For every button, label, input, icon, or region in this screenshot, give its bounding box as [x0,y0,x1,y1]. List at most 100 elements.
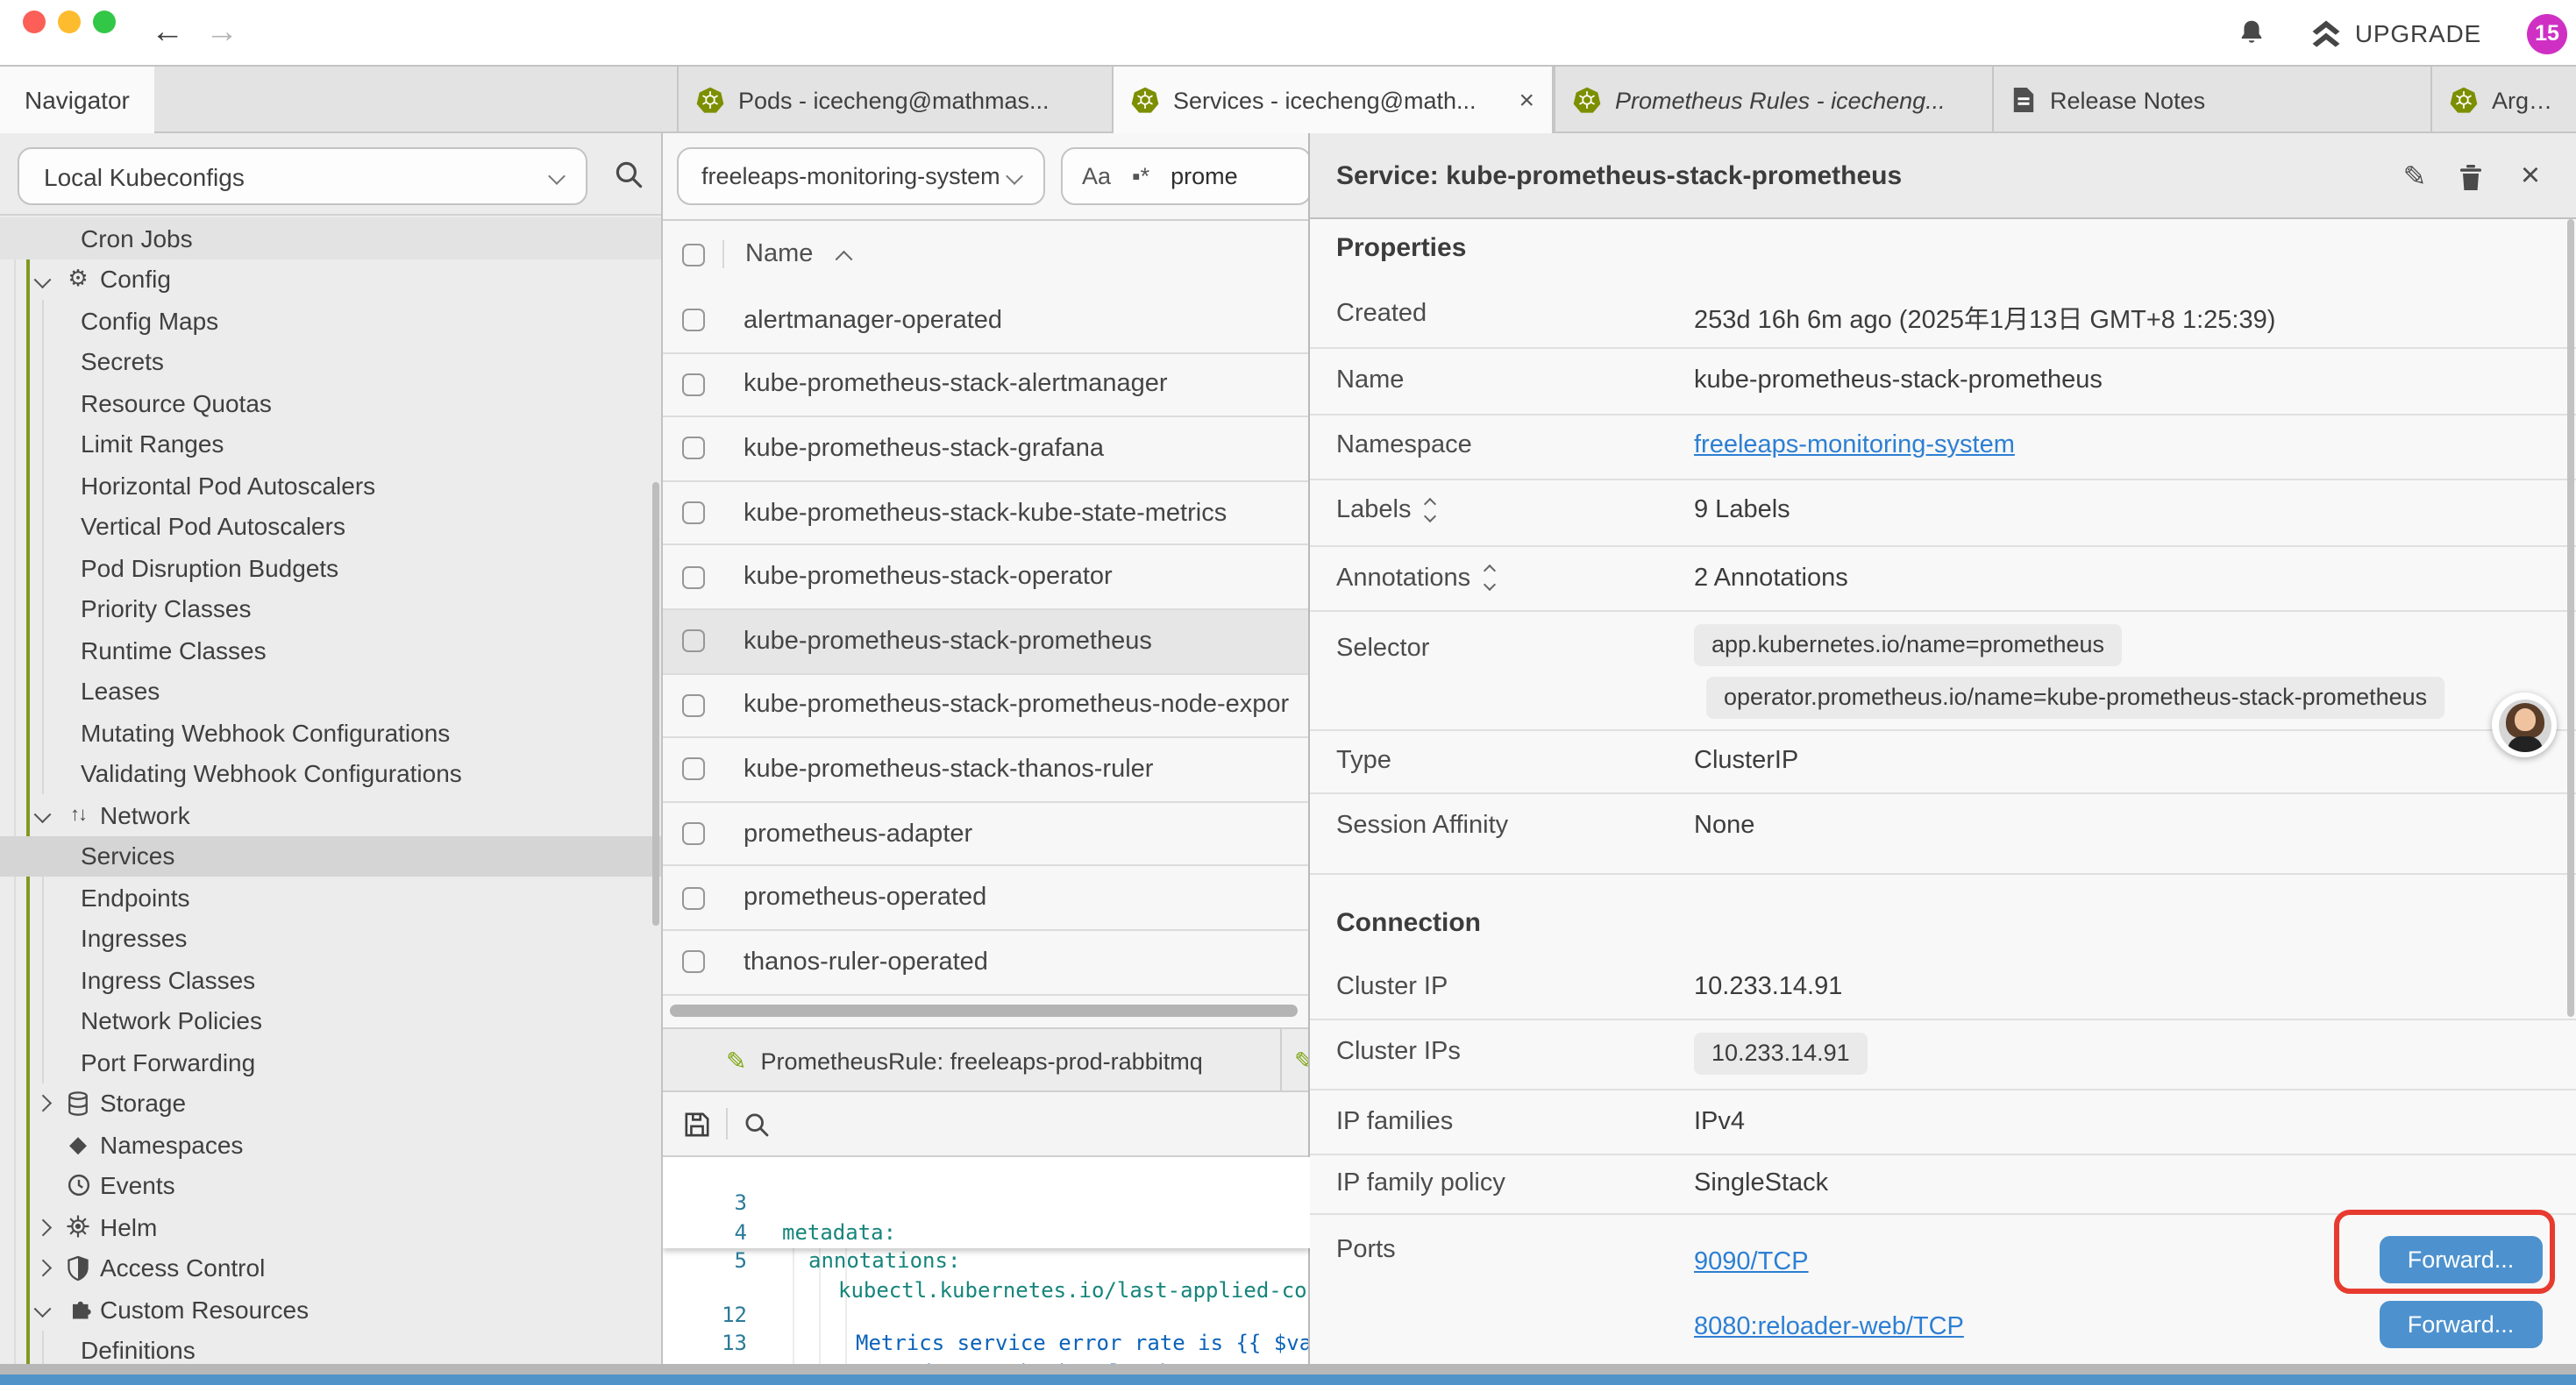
tab-release-notes[interactable]: Release Notes [1992,67,2430,133]
row-checkbox[interactable] [682,758,705,781]
minimize-window-button[interactable] [58,11,81,33]
table-row[interactable]: kube-prometheus-stack-alertmanager [663,353,1310,417]
sidebar-item-cron-jobs[interactable]: Cron Jobs [0,217,661,259]
red-highlight-annotation [2334,1210,2555,1294]
table-row[interactable]: kube-prometheus-stack-grafana [663,417,1310,481]
table-row[interactable]: prometheus-operated [663,867,1310,931]
expand-collapse-icon[interactable] [1484,567,1493,589]
sidebar-item-vertical-pod-autoscalers[interactable]: Vertical Pod Autoscalers [0,506,661,547]
yaml-editor[interactable]: 0","for":"4m","labels":{"service": 12 Me… [663,1157,1310,1385]
property-value: ClusterIP [1694,746,1798,774]
editor-search-icon[interactable] [744,1111,770,1137]
sidebar-item-storage[interactable]: Storage [0,1083,661,1124]
panel-scrollbar[interactable] [2566,219,2574,1017]
close-window-button[interactable] [23,11,46,33]
expand-collapse-icon[interactable] [1425,500,1434,522]
table-row[interactable]: prometheus-adapter [663,803,1310,867]
table-row[interactable]: thanos-ruler-operated [663,931,1310,995]
notification-badge[interactable]: 15 [2527,13,2567,53]
property-value: 10.233.14.91 [1694,973,1842,1001]
filter-input[interactable]: Aa ▪* prome [1061,147,1312,205]
label-text: Annotations [1336,564,1470,592]
service-rows: alertmanager-operated kube-prometheus-st… [663,289,1310,995]
sidebar-item-helm[interactable]: Helm [0,1206,661,1247]
sidebar-item-ingress-classes[interactable]: Ingress Classes [0,959,661,1000]
namespace-select[interactable]: freeleaps-monitoring-system [677,147,1045,205]
sidebar-item-network-policies[interactable]: Network Policies [0,1000,661,1041]
sidebar-item-leases[interactable]: Leases [0,671,661,712]
row-checkbox[interactable] [682,501,705,524]
sidebar-item-ingresses[interactable]: Ingresses [0,918,661,959]
edit-icon[interactable]: ✎ [2394,133,2436,219]
case-sensitive-icon[interactable]: Aa [1082,163,1111,189]
row-checkbox[interactable] [682,886,705,909]
table-row[interactable]: kube-prometheus-stack-prometheus-node-ex… [663,674,1310,738]
table-row[interactable]: kube-prometheus-stack-thanos-ruler [663,738,1310,802]
regex-icon[interactable]: ▪* [1132,163,1149,189]
sidebar-item-port-forwarding[interactable]: Port Forwarding [0,1041,661,1083]
label-text: Labels [1336,496,1411,524]
sidebar-scrollbar[interactable] [652,482,659,926]
forward-button-8080[interactable]: Forward... [2380,1301,2542,1347]
row-checkbox[interactable] [682,565,705,588]
table-row-selected[interactable]: kube-prometheus-stack-prometheus [663,610,1310,674]
sidebar-item-namespaces[interactable]: ◆ Namespaces [0,1124,661,1165]
editor-tab-prometheusrule[interactable]: ✎ PrometheusRule: freeleaps-prod-rabbitm… [663,1029,1282,1092]
sidebar-item-mutating-webhook-configurations[interactable]: Mutating Webhook Configurations [0,712,661,753]
sidebar-item-limit-ranges[interactable]: Limit Ranges [0,423,661,465]
forward-arrow-icon[interactable]: → [205,11,238,56]
table-row[interactable]: alertmanager-operated [663,289,1310,353]
port-link-9090[interactable]: 9090/TCP [1694,1247,1809,1275]
row-checkbox[interactable] [682,309,705,332]
sidebar-item-config-maps[interactable]: Config Maps [0,300,661,341]
sidebar-item-secrets[interactable]: Secrets [0,341,661,382]
kubeconfig-select[interactable]: Local Kubeconfigs [18,147,587,205]
horizontal-scrollbar[interactable] [670,1005,1298,1017]
row-checkbox[interactable] [682,950,705,973]
navigator-tab[interactable]: Navigator [0,67,154,133]
sidebar-item-label: Runtime Classes [0,636,267,664]
sidebar-item-custom-resources[interactable]: Custom Resources [0,1289,661,1330]
sidebar-item-resource-quotas[interactable]: Resource Quotas [0,382,661,423]
assistant-avatar[interactable] [2492,692,2557,757]
bell-icon[interactable] [2236,18,2267,49]
tab-services[interactable]: Services - icecheng@math... × [1112,67,1554,133]
sidebar-item-pod-disruption-budgets[interactable]: Pod Disruption Budgets [0,547,661,588]
sidebar-item-horizontal-pod-autoscalers[interactable]: Horizontal Pod Autoscalers [0,465,661,506]
name-column-header[interactable]: Name [745,240,813,268]
property-row-session-affinity: Session Affinity None [1310,794,2576,875]
back-arrow-icon[interactable]: ← [151,11,184,56]
row-checkbox[interactable] [682,437,705,460]
table-row[interactable]: kube-prometheus-stack-kube-state-metrics [663,482,1310,546]
sidebar-item-endpoints[interactable]: Endpoints [0,877,661,918]
sidebar-item-config[interactable]: ⚙ Config [0,259,661,300]
select-all-checkbox[interactable] [682,243,705,266]
save-icon[interactable] [684,1111,710,1137]
sidebar-item-services[interactable]: Services [0,835,661,877]
resource-tree: Cron Jobs ⚙ Config Config Maps Secrets R… [0,217,661,1385]
sidebar-item-access-control[interactable]: Access Control [0,1247,661,1289]
tab-prometheus-rules[interactable]: Prometheus Rules - icecheng... [1554,67,1992,133]
gear-icon: ⚙ [63,264,93,294]
helm-wheel-icon [63,1211,93,1241]
row-checkbox[interactable] [682,694,705,717]
sidebar-search-icon[interactable] [614,160,644,198]
sidebar-item-events[interactable]: Events [0,1165,661,1206]
namespace-link[interactable]: freeleaps-monitoring-system [1694,431,2015,459]
sidebar-item-priority-classes[interactable]: Priority Classes [0,588,661,629]
tab-argo[interactable]: Argo Se [2430,67,2576,133]
close-icon[interactable]: × [2509,133,2551,219]
row-checkbox[interactable] [682,822,705,845]
upgrade-button[interactable]: UPGRADE [2309,18,2481,48]
row-checkbox[interactable] [682,630,705,653]
close-tab-icon[interactable]: × [1519,85,1534,115]
trash-icon[interactable] [2450,133,2492,219]
sidebar-item-runtime-classes[interactable]: Runtime Classes [0,629,661,671]
row-checkbox[interactable] [682,373,705,396]
port-link-8080[interactable]: 8080:reloader-web/TCP [1694,1312,1964,1340]
maximize-window-button[interactable] [93,11,116,33]
sidebar-item-network[interactable]: ↑↓ Network [0,794,661,835]
table-row[interactable]: kube-prometheus-stack-operator [663,546,1310,610]
sidebar-item-validating-webhook-configurations[interactable]: Validating Webhook Configurations [0,753,661,794]
tab-pods[interactable]: Pods - icecheng@mathmas... [677,67,1112,133]
